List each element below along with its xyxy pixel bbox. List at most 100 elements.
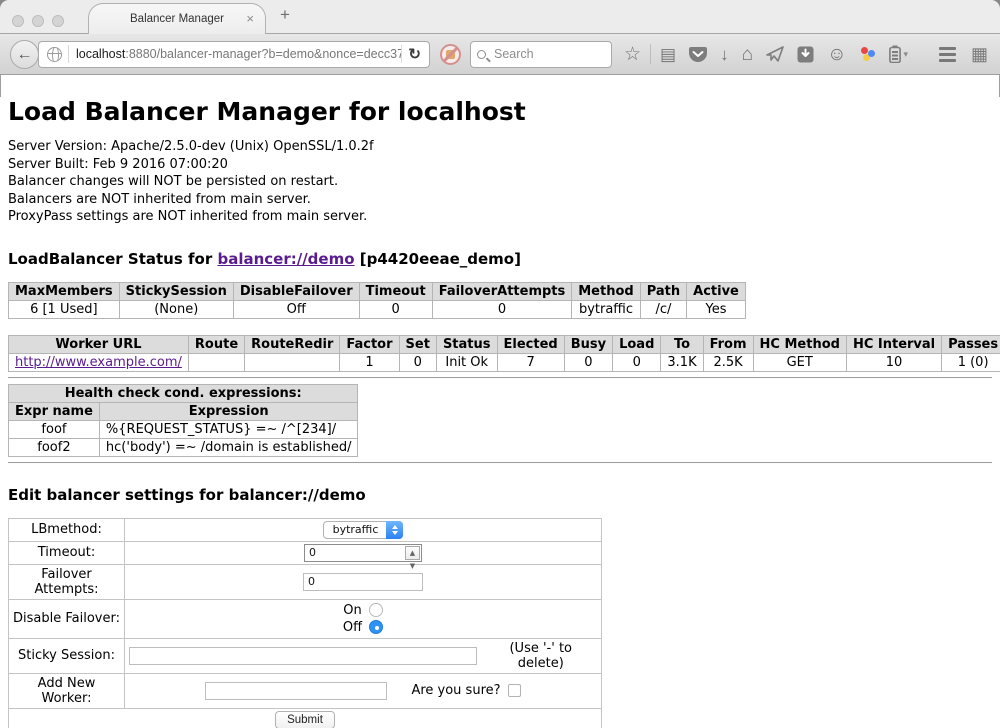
are-you-sure-checkbox[interactable] — [508, 684, 521, 697]
status-heading: LoadBalancer Status for balancer://demo … — [8, 250, 992, 268]
tab-close-icon[interactable]: × — [246, 11, 254, 26]
off-label: Off — [343, 619, 362, 636]
number-spinner-icon[interactable]: ▲▼ — [405, 546, 420, 560]
cell-route — [188, 353, 244, 371]
window-minimize-button[interactable] — [32, 15, 44, 27]
search-input[interactable] — [492, 46, 592, 62]
cell-stickysession: (None) — [119, 300, 233, 318]
cell-busy: 0 — [564, 353, 612, 371]
cell-routeredir — [245, 353, 340, 371]
edit-settings-heading: Edit balancer settings for balancer://de… — [8, 486, 992, 504]
page-title: Load Balancer Manager for localhost — [8, 97, 992, 126]
server-built: Server Built: Feb 9 2016 07:00:20 — [8, 156, 992, 174]
server-version: Server Version: Apache/2.5.0-dev (Unix) … — [8, 138, 992, 156]
menu-hamburger-icon[interactable] — [939, 47, 956, 62]
are-you-sure-label: Are you sure? — [411, 683, 500, 698]
failover-attempts-label: Failover Attempts: — [9, 564, 125, 599]
page-content: Load Balancer Manager for localhost Serv… — [0, 97, 1000, 728]
sticky-session-input[interactable] — [129, 647, 477, 665]
tab-title: Balancer Manager — [130, 13, 224, 25]
home-icon[interactable]: ⌂ — [742, 45, 753, 64]
cell-expression: %{REQUEST_STATUS} =~ /^[234]/ — [99, 420, 358, 438]
col-disablefailover: DisableFailover — [233, 282, 359, 300]
url-path: :8880/balancer-manager?b=demo&nonce=decc… — [125, 47, 401, 61]
col-maxmembers: MaxMembers — [9, 282, 120, 300]
battery-extension-group[interactable]: ▾ — [889, 45, 909, 63]
cell-elected: 7 — [497, 353, 564, 371]
site-identity-globe-icon[interactable] — [47, 47, 62, 62]
col-expression: Expression — [99, 402, 358, 420]
lbmethod-label: LBmethod: — [9, 518, 125, 541]
balancer-status-table: MaxMembers StickySession DisableFailover… — [8, 282, 746, 319]
window-close-button[interactable] — [12, 15, 24, 27]
select-stepper-icon — [386, 521, 403, 539]
worker-url-link[interactable]: http://www.example.com/ — [15, 355, 182, 370]
worker-table: Worker URL Route RouteRedir Factor Set S… — [8, 335, 1000, 372]
tab-balancer-manager[interactable]: Balancer Manager × — [88, 3, 266, 34]
health-check-table: Health check cond. expressions: Expr nam… — [8, 384, 358, 457]
downloads-icon[interactable]: ↓ — [720, 46, 729, 63]
col-elected: Elected — [497, 335, 564, 353]
balancer-settings-form: LBmethod: bytraffic Timeout: ▲▼ — [8, 518, 602, 728]
col-path: Path — [640, 282, 686, 300]
lbmethod-select[interactable]: bytraffic — [323, 521, 403, 539]
cell-from: 2.5K — [703, 353, 753, 371]
table-row: 6 [1 Used] (None) Off 0 0 bytraffic /c/ … — [9, 300, 746, 318]
window-zoom-button[interactable] — [52, 15, 64, 27]
battery-icon[interactable] — [889, 45, 901, 63]
divider — [8, 377, 992, 379]
search-bar[interactable] — [470, 41, 612, 68]
lbmethod-value: bytraffic — [324, 523, 387, 536]
save-to-device-icon[interactable] — [797, 46, 814, 63]
bookmark-star-icon[interactable]: ☆ — [624, 45, 641, 64]
cell-to: 3.1K — [661, 353, 703, 371]
cell-status: Init Ok — [436, 353, 497, 371]
colored-dots-extension-icon[interactable] — [860, 47, 876, 62]
col-busy: Busy — [564, 335, 612, 353]
cell-expression: hc('body') =~ /domain is established/ — [99, 438, 358, 456]
back-button[interactable]: ← — [10, 40, 39, 69]
submit-button[interactable]: Submit — [275, 711, 335, 728]
col-timeout: Timeout — [359, 282, 432, 300]
failover-attempts-input[interactable] — [303, 573, 423, 591]
cell-timeout: 0 — [359, 300, 432, 318]
chevron-down-icon[interactable]: ▾ — [904, 49, 909, 60]
send-plane-icon[interactable] — [766, 46, 784, 62]
content-blocked-icon[interactable] — [440, 44, 461, 65]
cell-expr-name: foof — [9, 420, 100, 438]
col-active: Active — [687, 282, 746, 300]
divider — [8, 462, 992, 464]
col-failoverattempts: FailoverAttempts — [432, 282, 572, 300]
cell-load: 0 — [613, 353, 661, 371]
add-worker-input[interactable] — [205, 682, 387, 700]
grid-extension-icon[interactable]: ▦ — [971, 44, 988, 65]
url-bar[interactable]: localhost:8880/balancer-manager?b=demo&n… — [38, 41, 430, 68]
table-header-row: Worker URL Route RouteRedir Factor Set S… — [9, 335, 1000, 353]
failover-off-radio[interactable] — [369, 620, 383, 634]
info-proxypass: ProxyPass settings are NOT inherited fro… — [8, 208, 992, 226]
col-route: Route — [188, 335, 244, 353]
col-set: Set — [399, 335, 436, 353]
pocket-icon[interactable] — [689, 46, 707, 63]
cell-active: Yes — [687, 300, 746, 318]
col-factor: Factor — [340, 335, 399, 353]
browser-window: Balancer Manager × + ← localhost:8880/ba… — [0, 0, 1000, 728]
form-row-add-worker: Add New Worker: Are you sure? — [9, 673, 602, 708]
col-expr-name: Expr name — [9, 402, 100, 420]
table-row: foof2 hc('body') =~ /domain is establish… — [9, 438, 358, 456]
clipboard-icon[interactable]: ▤ — [660, 46, 676, 63]
cell-method: bytraffic — [572, 300, 640, 318]
cell-hc-method: GET — [753, 353, 846, 371]
url-text[interactable]: localhost:8880/balancer-manager?b=demo&n… — [76, 47, 401, 61]
col-passes: Passes — [942, 335, 1000, 353]
chat-smiley-icon[interactable]: ☺ — [827, 45, 846, 64]
new-tab-button[interactable]: + — [280, 5, 290, 25]
sticky-session-hint: (Use '-' to delete) — [485, 641, 598, 671]
failover-on-radio[interactable] — [369, 603, 383, 617]
col-from: From — [703, 335, 753, 353]
reload-icon[interactable]: ↻ — [408, 45, 429, 63]
col-routeredir: RouteRedir — [245, 335, 340, 353]
balancer-demo-link[interactable]: balancer://demo — [217, 250, 354, 268]
col-worker-url: Worker URL — [9, 335, 189, 353]
form-row-timeout: Timeout: ▲▼ — [9, 541, 602, 564]
